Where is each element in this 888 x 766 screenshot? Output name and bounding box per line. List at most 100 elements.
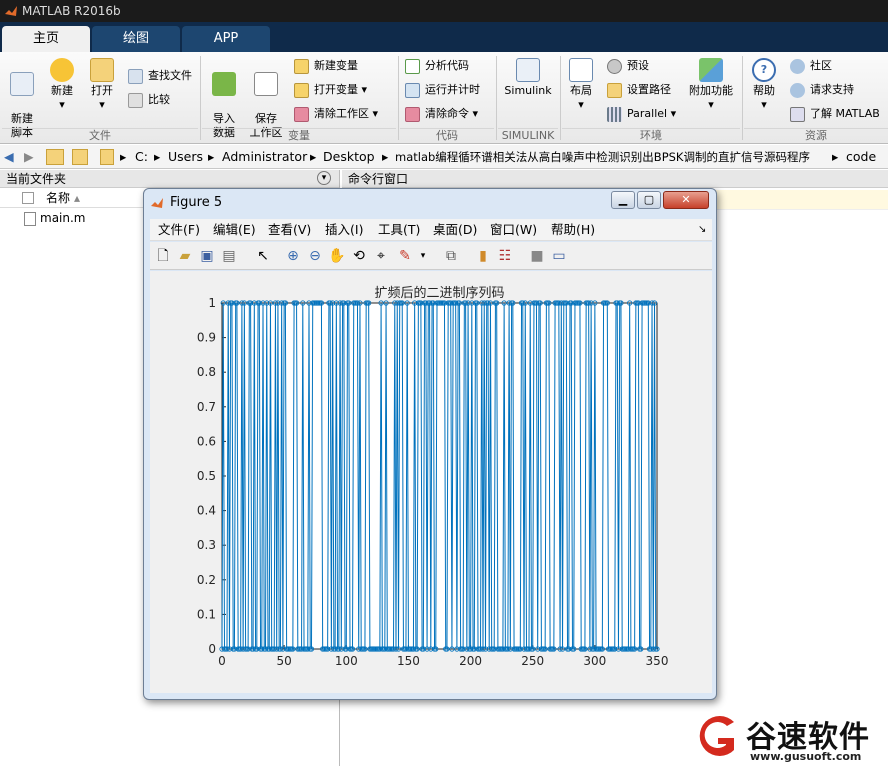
dock-arrow-icon[interactable]: ↘ — [698, 219, 706, 241]
y-tick-label: 0.2 — [197, 573, 216, 587]
chevron-right-icon: ▸ — [310, 149, 317, 164]
path-segment[interactable]: code — [846, 145, 876, 169]
help-button[interactable]: ? 帮助 ▾ — [748, 58, 780, 112]
addons-button[interactable]: 附加功能 ▾ — [686, 58, 736, 112]
parallel-icon — [607, 107, 622, 122]
data-cursor-icon[interactable]: ⌖ — [372, 247, 390, 265]
close-button[interactable]: ✕ — [663, 191, 709, 209]
tab-plots[interactable]: 绘图 — [92, 26, 180, 52]
brush-icon[interactable]: ✎ — [396, 247, 414, 265]
new-figure-icon[interactable]: 🗋 — [154, 247, 172, 265]
simulink-button[interactable]: Simulink — [502, 58, 554, 98]
zoom-in-icon[interactable]: ⊕ — [284, 247, 302, 265]
root-folder-icon[interactable] — [100, 149, 114, 165]
watermark: 谷速软件 www.gusuoft.com — [690, 710, 888, 766]
run-time-icon — [405, 83, 420, 98]
address-bar: ◀ ▶ ▸ C: ▸ Users ▸ Administrator ▸ Deskt… — [0, 145, 888, 169]
menu-tools[interactable]: 工具(T) — [378, 219, 420, 241]
ribbon: 新建 脚本 新建 ▾ 打开 ▾ 查找文件 比较 文件 导入 数据 保存 工作区 新建… — [0, 52, 888, 144]
menu-desktop[interactable]: 桌面(D) — [433, 219, 477, 241]
y-tick-label: 0.5 — [197, 469, 216, 483]
chevron-down-icon[interactable]: ▾ — [414, 247, 432, 265]
parallel-button[interactable]: Parallel ▾ — [607, 106, 676, 124]
pan-hand-icon[interactable]: ✋ — [328, 247, 346, 265]
tab-home[interactable]: 主页 — [2, 26, 90, 52]
menu-insert[interactable]: 插入(I) — [325, 219, 363, 241]
menu-help[interactable]: 帮助(H) — [551, 219, 595, 241]
divider — [200, 56, 201, 140]
chevron-down-icon: ▾ — [372, 107, 379, 120]
ribbon-tabbar: 主页 绘图 APP — [0, 22, 888, 52]
folder-icon — [90, 58, 114, 82]
eraser-icon — [294, 107, 309, 122]
open-variable-button[interactable]: 打开变量 ▾ — [294, 82, 367, 100]
menu-file[interactable]: 文件(F) — [158, 219, 200, 241]
clear-workspace-button[interactable]: 清除工作区 ▾ — [294, 106, 378, 124]
group-label-file: 文件 — [2, 128, 198, 142]
chevron-down-icon: ▾ — [472, 107, 479, 120]
menu-view[interactable]: 查看(V) — [268, 219, 311, 241]
link-plot-icon[interactable]: ⧉ — [442, 247, 460, 265]
show-plot-tools-icon[interactable]: ▭ — [550, 247, 568, 265]
binary-sequence-chart[interactable]: 扩频后的二进制序列码 0 50 100 150 200 250 300 350 0 0.1 0.2 0.… — [150, 271, 712, 693]
community-button[interactable]: 社区 — [790, 58, 832, 76]
matlab-logo-icon — [151, 198, 163, 208]
new-variable-button[interactable]: 新建变量 — [294, 58, 358, 76]
x-tick-label: 250 — [521, 654, 544, 668]
pointer-icon[interactable]: ↖ — [254, 247, 272, 265]
panel-title: 当前文件夹 — [6, 172, 67, 186]
x-tick-label: 300 — [583, 654, 606, 668]
set-path-button[interactable]: 设置路径 — [607, 82, 671, 100]
file-name: main.m — [40, 211, 86, 225]
new-variable-icon — [294, 59, 309, 74]
open-file-icon[interactable]: ▰ — [176, 247, 194, 265]
figure-menu-bar: 文件(F) 编辑(E) 查看(V) 插入(I) 工具(T) 桌面(D) 窗口(W… — [150, 219, 712, 241]
save-icon[interactable]: ▣ — [198, 247, 216, 265]
rotate-3d-icon[interactable]: ⟲ — [350, 247, 368, 265]
colorbar-icon[interactable]: ▮ — [474, 247, 492, 265]
new-button[interactable]: 新建 ▾ — [44, 58, 80, 112]
print-icon[interactable]: ▤ — [220, 247, 238, 265]
maximize-button[interactable]: ▢ — [637, 191, 661, 209]
hide-plot-tools-icon[interactable]: ■ — [528, 247, 546, 265]
forward-arrow-icon[interactable]: ▶ — [24, 145, 34, 169]
path-segment[interactable]: matlab编程循环谱相关法从高白噪声中检测识别出BPSK调制的直扩信号源码程序 — [395, 145, 810, 169]
path-segment[interactable]: Administrator — [222, 145, 307, 169]
menu-edit[interactable]: 编辑(E) — [213, 219, 256, 241]
new-script-icon — [10, 72, 34, 96]
matlab-logo-icon — [5, 6, 17, 16]
gear-icon — [607, 59, 622, 74]
open-button[interactable]: 打开 ▾ — [84, 58, 120, 112]
group-label-variable: 变量 — [202, 128, 396, 142]
group-label-code: 代码 — [400, 128, 494, 142]
menu-window[interactable]: 窗口(W) — [490, 219, 537, 241]
request-support-button[interactable]: 请求支持 — [790, 82, 854, 100]
up-folder-icon[interactable] — [46, 149, 64, 165]
browse-folder-icon[interactable] — [72, 149, 88, 165]
x-tick-label: 50 — [277, 654, 292, 668]
panel-menu-icon[interactable]: ▾ — [317, 171, 331, 185]
zoom-out-icon[interactable]: ⊖ — [306, 247, 324, 265]
back-arrow-icon[interactable]: ◀ — [4, 145, 14, 169]
learn-matlab-button[interactable]: 了解 MATLAB — [790, 106, 880, 124]
find-files-icon — [128, 69, 143, 84]
legend-icon[interactable]: ☷ — [496, 247, 514, 265]
run-and-time-button[interactable]: 运行并计时 — [405, 82, 480, 100]
path-segment[interactable]: Users — [168, 145, 203, 169]
group-label-simulink: SIMULINK — [498, 128, 558, 142]
path-segment[interactable]: C: — [135, 145, 148, 169]
preferences-button[interactable]: 预设 — [607, 58, 649, 76]
clear-commands-button[interactable]: 清除命令 ▾ — [405, 106, 478, 124]
y-tick-label: 0 — [208, 642, 216, 656]
compare-button[interactable]: 比较 — [128, 92, 170, 110]
panel-title: 命令行窗口 — [348, 172, 409, 186]
layout-button[interactable]: 布局 ▾ — [564, 58, 598, 112]
figure-window[interactable]: Figure 5 ▁ ▢ ✕ 文件(F) 编辑(E) 查看(V) 插入(I) 工… — [143, 188, 717, 700]
analyze-code-button[interactable]: 分析代码 — [405, 58, 469, 76]
addons-cubes-icon — [699, 58, 723, 82]
tab-apps[interactable]: APP — [182, 26, 270, 52]
minimize-button[interactable]: ▁ — [611, 191, 635, 209]
find-files-button[interactable]: 查找文件 — [128, 68, 192, 86]
path-segment[interactable]: Desktop — [323, 145, 375, 169]
simulink-icon — [516, 58, 540, 82]
